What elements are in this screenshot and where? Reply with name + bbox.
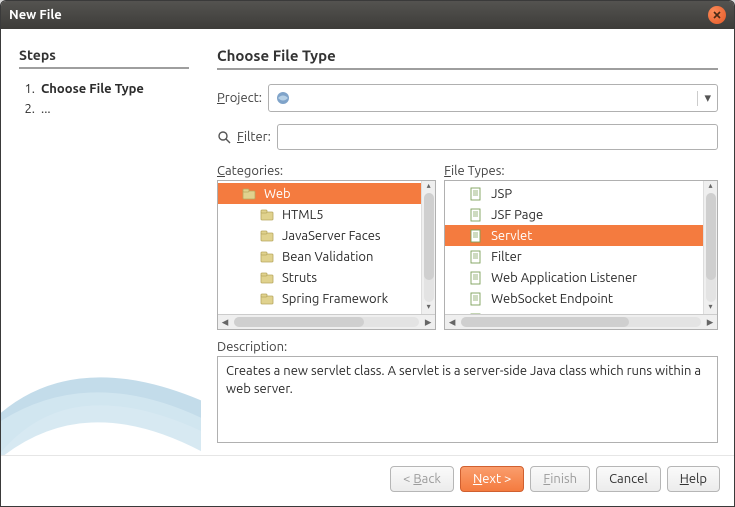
list-item[interactable]: JavaServer Faces	[218, 225, 435, 246]
description-label: Description:	[217, 340, 718, 354]
finish-button[interactable]: Finish	[530, 466, 590, 492]
folder-icon	[260, 229, 274, 243]
folder-icon	[242, 187, 256, 201]
file-icon	[469, 208, 483, 222]
list-item[interactable]: Struts	[218, 267, 435, 288]
close-icon	[713, 11, 721, 19]
list-item[interactable]: JSP	[445, 183, 717, 204]
list-item[interactable]: Servlet	[445, 225, 717, 246]
help-button[interactable]: Help	[667, 466, 720, 492]
chevron-down-icon: ▾	[697, 91, 711, 106]
file-icon	[469, 271, 483, 285]
filetypes-listbox[interactable]: JSPJSF PageServletFilterWeb Application …	[444, 180, 718, 330]
steps-heading: Steps	[19, 47, 189, 69]
project-icon	[275, 90, 291, 106]
close-button[interactable]	[708, 6, 726, 24]
filetypes-label: File Types:	[444, 164, 718, 178]
list-item[interactable]: Web Application Listener	[445, 267, 717, 288]
list-item[interactable]: Bean Validation	[218, 246, 435, 267]
project-row: Project: ▾	[217, 84, 718, 112]
main-heading: Choose File Type	[217, 47, 718, 70]
window-title: New File	[9, 8, 708, 22]
project-combobox[interactable]: ▾	[268, 84, 718, 112]
file-icon	[469, 250, 483, 264]
lists-row: Categories: WebHTML5JavaServer FacesBean…	[217, 164, 718, 330]
sidebar-decor	[1, 335, 201, 455]
footer-buttons: < Back Next > Finish Cancel Help	[1, 455, 734, 506]
vertical-scrollbar[interactable]: ▴▾	[421, 181, 435, 314]
titlebar: New File	[1, 1, 734, 29]
filter-label: Filter:	[237, 130, 271, 144]
step-item: 1.Choose File Type	[19, 79, 189, 99]
cancel-button[interactable]: Cancel	[596, 466, 661, 492]
folder-icon	[260, 250, 274, 264]
categories-label: Categories:	[217, 164, 436, 178]
search-icon	[217, 130, 231, 144]
horizontal-scrollbar[interactable]: ◂▸	[445, 314, 717, 329]
steps-sidebar: Steps 1.Choose File Type2....	[1, 29, 201, 455]
list-item[interactable]: Spring Framework	[218, 288, 435, 309]
vertical-scrollbar[interactable]: ▴▾	[703, 181, 717, 314]
list-item[interactable]: Web	[218, 183, 435, 204]
horizontal-scrollbar[interactable]: ◂▸	[218, 314, 435, 329]
file-icon	[469, 229, 483, 243]
folder-icon	[260, 271, 274, 285]
categories-listbox[interactable]: WebHTML5JavaServer FacesBean ValidationS…	[217, 180, 436, 330]
file-icon	[469, 187, 483, 201]
file-icon	[469, 292, 483, 306]
project-label: Project:	[217, 91, 262, 105]
list-item[interactable]: Filter	[445, 246, 717, 267]
step-item: 2....	[19, 99, 189, 119]
filter-row: Filter:	[217, 124, 718, 150]
description-box: Creates a new servlet class. A servlet i…	[217, 356, 718, 443]
folder-icon	[260, 292, 274, 306]
folder-icon	[260, 208, 274, 222]
filetypes-column: File Types: JSPJSF PageServletFilterWeb …	[444, 164, 718, 330]
list-item[interactable]: WebSocket Endpoint	[445, 288, 717, 309]
list-item[interactable]: HTML5	[218, 204, 435, 225]
main-panel: Choose File Type Project: ▾ Filter: Cate…	[201, 29, 734, 455]
back-button[interactable]: < Back	[390, 466, 454, 492]
next-button[interactable]: Next >	[460, 466, 524, 492]
new-file-dialog: New File Steps 1.Choose File Type2.... C…	[0, 0, 735, 507]
dialog-body: Steps 1.Choose File Type2.... Choose Fil…	[1, 29, 734, 455]
filter-input[interactable]	[277, 124, 718, 150]
categories-column: Categories: WebHTML5JavaServer FacesBean…	[217, 164, 436, 330]
list-item[interactable]: JSF Page	[445, 204, 717, 225]
